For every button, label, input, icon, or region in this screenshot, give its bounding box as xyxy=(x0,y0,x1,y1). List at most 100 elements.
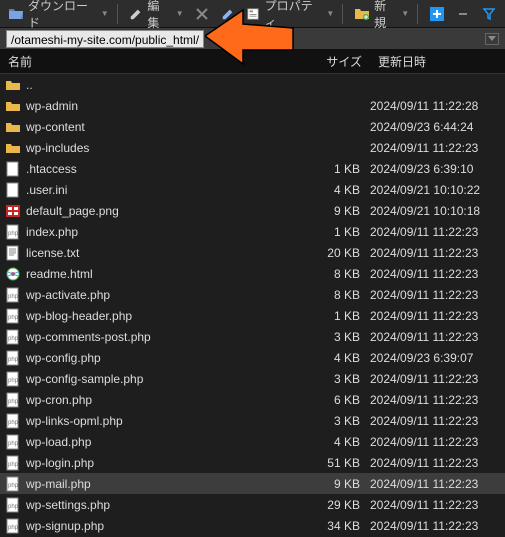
file-date: 2024/09/11 11:22:23 xyxy=(370,309,501,323)
file-date: 2024/09/11 11:22:23 xyxy=(370,288,501,302)
svg-text:php: php xyxy=(8,525,19,531)
file-name: wp-blog-header.php xyxy=(26,309,300,323)
svg-text:php: php xyxy=(8,441,19,447)
download-label: ダウンロード xyxy=(28,0,95,31)
parent-dir-row[interactable]: .. xyxy=(0,74,505,95)
svg-text:php: php xyxy=(8,420,19,426)
file-row[interactable]: phpwp-config-sample.php3 KB2024/09/11 11… xyxy=(0,368,505,389)
file-date: 2024/09/11 11:22:23 xyxy=(370,330,501,344)
file-row[interactable]: license.txt20 KB2024/09/11 11:22:23 xyxy=(0,242,505,263)
new-button[interactable]: 新規 ▼ xyxy=(350,0,413,33)
file-date: 2024/09/11 11:22:23 xyxy=(370,477,501,491)
toolbar-separator xyxy=(417,4,421,24)
file-date: 2024/09/11 11:22:23 xyxy=(370,246,501,260)
svg-text:php: php xyxy=(8,399,19,405)
file-date: 2024/09/11 11:22:23 xyxy=(370,141,501,155)
png-icon xyxy=(4,203,22,219)
file-date: 2024/09/23 6:39:10 xyxy=(370,162,501,176)
file-size: 8 KB xyxy=(300,267,370,281)
php-icon: php xyxy=(4,455,22,471)
edit-label: 編集 xyxy=(147,0,169,31)
file-size: 51 KB xyxy=(300,456,370,470)
file-date: 2024/09/11 11:22:23 xyxy=(370,519,501,533)
file-row[interactable]: .htaccess1 KB2024/09/23 6:39:10 xyxy=(0,158,505,179)
file-date: 2024/09/11 11:22:23 xyxy=(370,456,501,470)
file-list[interactable]: ..wp-admin2024/09/11 11:22:28wp-content2… xyxy=(0,74,505,537)
file-row[interactable]: phpwp-activate.php8 KB2024/09/11 11:22:2… xyxy=(0,284,505,305)
file-row[interactable]: phpwp-config.php4 KB2024/09/23 6:39:07 xyxy=(0,347,505,368)
file-size: 29 KB xyxy=(300,498,370,512)
php-icon: php xyxy=(4,476,22,492)
chevron-down-icon: ▼ xyxy=(401,9,409,18)
file-row[interactable]: phpindex.php1 KB2024/09/11 11:22:23 xyxy=(0,221,505,242)
file-row[interactable]: phpwp-cron.php6 KB2024/09/11 11:22:23 xyxy=(0,389,505,410)
chevron-down-icon: ▼ xyxy=(326,9,334,18)
file-icon xyxy=(4,161,22,177)
file-size: 3 KB xyxy=(300,414,370,428)
file-name: wp-config.php xyxy=(26,351,300,365)
col-header-size[interactable]: サイズ xyxy=(300,53,370,70)
file-name: license.txt xyxy=(26,246,300,260)
add-button[interactable] xyxy=(425,4,449,24)
file-size: 4 KB xyxy=(300,351,370,365)
col-header-date[interactable]: 更新日時 xyxy=(370,53,505,70)
php-icon: php xyxy=(4,371,22,387)
file-name: wp-config-sample.php xyxy=(26,372,300,386)
file-row[interactable]: phpwp-mail.php9 KB2024/09/11 11:22:23 xyxy=(0,473,505,494)
file-date: 2024/09/11 11:22:23 xyxy=(370,225,501,239)
path-input[interactable]: /otameshi-my-site.com/public_html/ xyxy=(6,30,204,48)
svg-text:php: php xyxy=(8,378,19,384)
file-row[interactable]: readme.html8 KB2024/09/11 11:22:23 xyxy=(0,263,505,284)
property-icon xyxy=(246,6,261,22)
svg-text:php: php xyxy=(8,483,19,489)
delete-button[interactable] xyxy=(190,4,214,24)
file-row[interactable]: .user.ini4 KB2024/09/21 10:10:22 xyxy=(0,179,505,200)
file-icon xyxy=(4,182,22,198)
file-size: 1 KB xyxy=(300,309,370,323)
php-icon: php xyxy=(4,434,22,450)
file-row[interactable]: phpwp-comments-post.php3 KB2024/09/11 11… xyxy=(0,326,505,347)
filter-button[interactable] xyxy=(477,4,501,24)
download-button[interactable]: ダウンロード ▼ xyxy=(4,0,113,33)
path-dropdown-icon[interactable] xyxy=(485,33,499,45)
file-name: wp-admin xyxy=(26,99,300,113)
remove-button[interactable] xyxy=(451,4,475,24)
file-date: 2024/09/21 10:10:18 xyxy=(370,204,501,218)
column-headers: 名前 サイズ 更新日時 xyxy=(0,50,505,74)
file-name: default_page.png xyxy=(26,204,300,218)
folder-open-icon xyxy=(8,6,24,22)
chevron-down-icon: ▼ xyxy=(101,9,109,18)
property-label: プロパティ xyxy=(265,0,321,31)
file-name: wp-mail.php xyxy=(26,477,300,491)
folder-row[interactable]: wp-admin2024/09/11 11:22:28 xyxy=(0,95,505,116)
edit-button[interactable]: 編集 ▼ xyxy=(125,0,188,33)
file-size: 1 KB xyxy=(300,162,370,176)
file-row[interactable]: phpwp-login.php51 KB2024/09/11 11:22:23 xyxy=(0,452,505,473)
property-button[interactable]: プロパティ ▼ xyxy=(242,0,339,33)
file-row[interactable]: phpwp-load.php4 KB2024/09/11 11:22:23 xyxy=(0,431,505,452)
svg-text:php: php xyxy=(8,504,19,510)
file-row[interactable]: phpwp-signup.php34 KB2024/09/11 11:22:23 xyxy=(0,515,505,536)
col-header-name[interactable]: 名前 xyxy=(0,53,300,70)
file-date: 2024/09/11 11:22:23 xyxy=(370,372,501,386)
svg-text:php: php xyxy=(8,315,19,321)
rename-icon xyxy=(220,6,236,22)
file-name: wp-comments-post.php xyxy=(26,330,300,344)
rename-button[interactable] xyxy=(216,4,240,24)
html-icon xyxy=(4,266,22,282)
folder-row[interactable]: wp-content2024/09/23 6:44:24 xyxy=(0,116,505,137)
svg-text:php: php xyxy=(8,357,19,363)
file-row[interactable]: default_page.png9 KB2024/09/21 10:10:18 xyxy=(0,200,505,221)
svg-text:php: php xyxy=(8,336,19,342)
php-icon: php xyxy=(4,224,22,240)
file-size: 34 KB xyxy=(300,519,370,533)
file-name: .htaccess xyxy=(26,162,300,176)
svg-text:php: php xyxy=(8,231,19,237)
file-date: 2024/09/21 10:10:22 xyxy=(370,183,501,197)
file-row[interactable]: phpwp-links-opml.php3 KB2024/09/11 11:22… xyxy=(0,410,505,431)
file-name: wp-settings.php xyxy=(26,498,300,512)
file-date: 2024/09/11 11:22:23 xyxy=(370,414,501,428)
folder-row[interactable]: wp-includes2024/09/11 11:22:23 xyxy=(0,137,505,158)
file-row[interactable]: php wp-blog-header.php1 KB2024/09/11 11:2… xyxy=(0,305,505,326)
file-row[interactable]: phpwp-settings.php29 KB2024/09/11 11:22:… xyxy=(0,494,505,515)
